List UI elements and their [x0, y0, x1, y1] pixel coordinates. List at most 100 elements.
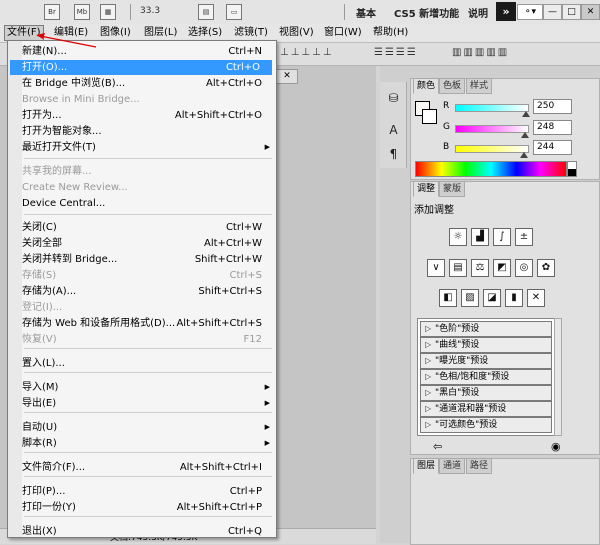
align-buttons-icon[interactable]: ⊥⊥⊥⊥⊥ [280, 47, 370, 61]
blue-slider-thumb[interactable] [520, 152, 529, 158]
document-tab-close-icon[interactable]: ✕ [276, 69, 298, 84]
selective-color-icon[interactable]: ✕ [527, 289, 545, 307]
red-slider-thumb[interactable] [521, 111, 530, 117]
distribute-buttons-icon[interactable]: ☰☰☰☰ [374, 47, 444, 61]
menu-layer[interactable]: 图层(L) [142, 26, 179, 40]
arrange-documents-icon[interactable]: ▤ [198, 4, 214, 20]
return-to-list-icon[interactable]: ⇦ [433, 440, 442, 453]
preset-item[interactable]: ▷ "可选颜色"预设 [420, 417, 552, 433]
file-menu-item[interactable]: Device Central... [22, 196, 274, 211]
tab-paths[interactable]: 路径 [466, 458, 493, 474]
presets-scrollbar[interactable] [554, 318, 562, 436]
threshold-icon[interactable]: ◪ [483, 289, 501, 307]
file-menu-item[interactable]: 导出(E) ▶ [22, 396, 274, 411]
exposure-icon[interactable]: ± [515, 228, 533, 246]
file-menu-item[interactable]: 新建(N)... Ctrl+N [22, 44, 274, 59]
menu-view[interactable]: 视图(V) [277, 26, 316, 40]
hue-saturation-icon[interactable]: ▤ [449, 259, 467, 277]
search-icon[interactable]: ⚬▾ [517, 4, 543, 20]
vibrance-icon[interactable]: ∨ [427, 259, 445, 277]
preset-item[interactable]: ▷ "曝光度"预设 [420, 353, 552, 369]
preset-item[interactable]: ▷ "色相/饱和度"预设 [420, 369, 552, 385]
menu-edit[interactable]: 编辑(E) [52, 26, 90, 40]
green-slider-thumb[interactable] [520, 132, 529, 138]
paragraph-panel-icon[interactable]: ¶ [387, 148, 400, 161]
file-menu-item[interactable]: 打印(P)... Ctrl+P [22, 484, 274, 499]
red-slider[interactable] [455, 104, 529, 112]
menu-help[interactable]: 帮助(H) [371, 26, 410, 40]
preset-item[interactable]: ▷ "色阶"预设 [420, 321, 552, 337]
file-menu-item[interactable]: 自动(U) ▶ [22, 420, 274, 435]
history-icon[interactable]: ⛁ [387, 92, 400, 105]
blue-value-input[interactable]: 244 [533, 140, 572, 155]
menu-item-label: 恢复(V) [22, 334, 57, 345]
file-menu-item[interactable]: 打开为智能对象... [22, 124, 274, 139]
menu-item-shortcut: Shift+Ctrl+S [198, 286, 262, 297]
screen-mode-icon[interactable]: ▭ [226, 4, 242, 20]
preset-item[interactable]: ▷ "黑白"预设 [420, 385, 552, 401]
maximize-button[interactable]: □ [562, 4, 581, 20]
blue-slider[interactable] [455, 145, 529, 153]
levels-icon[interactable]: ▟ [471, 228, 489, 246]
file-menu-item[interactable]: 在 Bridge 中浏览(B)... Alt+Ctrl+O [22, 76, 274, 91]
bridge-icon[interactable]: Br [44, 4, 60, 20]
file-menu-item[interactable]: 退出(X) Ctrl+Q [22, 524, 274, 539]
curves-icon[interactable]: ∫ [493, 228, 511, 246]
green-slider[interactable] [455, 125, 529, 133]
red-value-input[interactable]: 250 [533, 99, 572, 114]
more-workspaces-button[interactable]: » [496, 2, 516, 21]
distribute-more-icon[interactable]: ▥▥▥▥▥ [452, 47, 582, 61]
tab-channels[interactable]: 通道 [439, 458, 466, 474]
menu-image[interactable]: 图像(I) [98, 26, 133, 40]
workspace-essentials[interactable]: 基本 [356, 5, 376, 20]
posterize-icon[interactable]: ▨ [461, 289, 479, 307]
tab-layers[interactable]: 图层 [413, 458, 440, 474]
file-menu-item[interactable]: 关闭(C) Ctrl+W [22, 220, 274, 235]
tab-masks[interactable]: 蒙版 [439, 181, 466, 197]
black-white-ramp[interactable] [567, 161, 577, 177]
background-color-swatch[interactable] [422, 109, 437, 124]
channel-mixer-icon[interactable]: ✿ [537, 259, 555, 277]
file-menu-item[interactable]: 置入(L)... [22, 356, 274, 371]
green-value-input[interactable]: 248 [533, 120, 572, 135]
file-menu-item[interactable]: 打开为... Alt+Shift+Ctrl+O [22, 108, 274, 123]
preset-item[interactable]: ▷ "曲线"预设 [420, 337, 552, 353]
file-menu-item[interactable]: 打开(O)... Ctrl+O [10, 60, 272, 75]
menu-item-label: 自动(U) [22, 422, 58, 433]
gradient-map-icon[interactable]: ▮ [505, 289, 523, 307]
tab-color[interactable]: 颜色 [413, 78, 440, 94]
brightness-contrast-icon[interactable]: ☼ [449, 228, 467, 246]
character-panel-icon[interactable]: A [387, 124, 400, 137]
zoom-level[interactable]: 33.3 [140, 4, 170, 18]
menu-window[interactable]: 窗口(W) [322, 26, 364, 40]
file-menu-item[interactable]: 文件简介(F)... Alt+Shift+Ctrl+I [22, 460, 274, 475]
preset-item[interactable]: ▷ "通道混和器"预设 [420, 401, 552, 417]
photo-filter-icon[interactable]: ◎ [515, 259, 533, 277]
tab-styles[interactable]: 样式 [466, 78, 493, 94]
file-menu-item[interactable]: 关闭并转到 Bridge... Shift+Ctrl+W [22, 252, 274, 267]
tab-adjustments[interactable]: 调整 [413, 181, 440, 197]
file-menu-item[interactable]: 脚本(R) ▶ [22, 436, 274, 451]
minimize-button[interactable]: — [543, 4, 562, 20]
mini-bridge-icon[interactable]: Mb [74, 4, 90, 20]
file-menu-item[interactable]: 最近打开文件(T) ▶ [22, 140, 274, 155]
menu-filter[interactable]: 滤镜(T) [232, 26, 270, 40]
file-menu-item[interactable]: 打印一份(Y) Alt+Shift+Ctrl+P [22, 500, 274, 515]
panel-options-icon[interactable]: ◉ [551, 440, 561, 453]
workspace-help[interactable]: 说明 [468, 5, 488, 20]
color-spectrum-bar[interactable] [415, 161, 567, 177]
close-button[interactable]: ✕ [581, 4, 600, 20]
workspace-cs5-new[interactable]: CS5 新增功能 [394, 5, 459, 20]
black-white-icon[interactable]: ◩ [493, 259, 511, 277]
expand-arrow-icon: ▷ [425, 340, 432, 349]
color-balance-icon[interactable]: ⚖ [471, 259, 489, 277]
invert-icon[interactable]: ◧ [439, 289, 457, 307]
file-menu-item[interactable]: 导入(M) ▶ [22, 380, 274, 395]
file-menu-item[interactable]: 存储为(A)... Shift+Ctrl+S [22, 284, 274, 299]
tab-swatches[interactable]: 色板 [439, 78, 466, 94]
menu-file[interactable]: 文件(F) [4, 25, 44, 41]
menu-select[interactable]: 选择(S) [186, 26, 224, 40]
file-menu-item[interactable]: 存储为 Web 和设备所用格式(D)... Alt+Shift+Ctrl+S [22, 316, 274, 331]
view-extras-icon[interactable]: ▦ [100, 4, 116, 20]
file-menu-item[interactable]: 关闭全部 Alt+Ctrl+W [22, 236, 274, 251]
